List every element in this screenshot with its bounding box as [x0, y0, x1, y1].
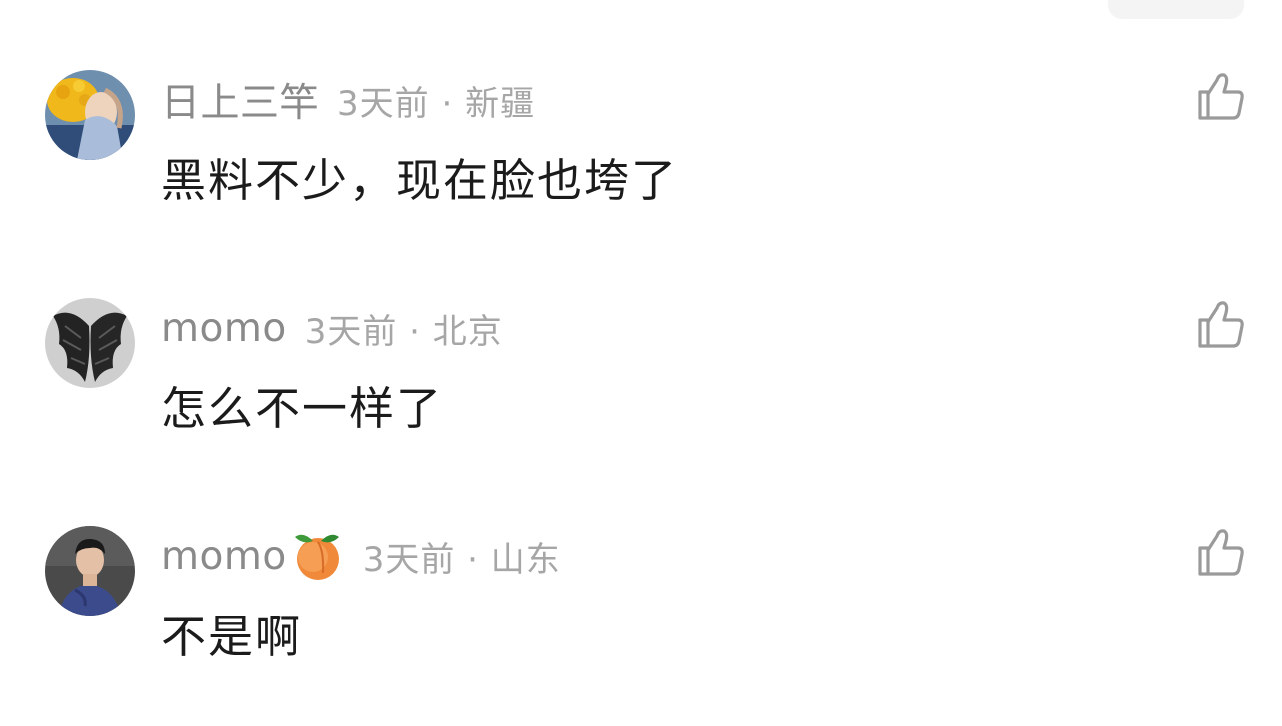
- user-avatar[interactable]: [45, 526, 135, 616]
- peach-emoji-icon: [291, 529, 345, 583]
- time-location: 3天前 · 新疆: [337, 83, 536, 124]
- avatar-dark-wings-icon: [45, 298, 135, 388]
- user-avatar[interactable]: [45, 70, 135, 160]
- thumbs-up-icon: [1198, 529, 1244, 576]
- comment-item: 日上三竿 3天前 · 新疆 黑料不少，现在脸也垮了: [0, 70, 1282, 230]
- top-action-pill[interactable]: [1108, 0, 1244, 19]
- thumbs-up-icon: [1198, 73, 1244, 120]
- comment-item: momo 3天前 · 山东 不是啊: [0, 526, 1282, 686]
- avatar-flower-portrait-icon: [45, 70, 135, 160]
- username[interactable]: momo: [161, 534, 287, 579]
- time-location: 3天前 · 北京: [304, 311, 503, 352]
- thumbs-up-icon: [1198, 301, 1244, 348]
- comment-item: momo 3天前 · 北京 怎么不一样了: [0, 298, 1282, 458]
- comment-text: 黑料不少，现在脸也垮了: [161, 154, 679, 207]
- time-location: 3天前 · 山东: [362, 539, 561, 580]
- like-button[interactable]: [1196, 298, 1246, 350]
- avatar-man-portrait-icon: [45, 526, 135, 616]
- username[interactable]: momo: [161, 306, 287, 351]
- like-button[interactable]: [1196, 70, 1246, 122]
- comment-text: 不是啊: [161, 610, 303, 663]
- user-avatar[interactable]: [45, 298, 135, 388]
- comment-text: 怎么不一样了: [161, 382, 444, 435]
- like-button[interactable]: [1196, 526, 1246, 578]
- username[interactable]: 日上三竿: [161, 72, 319, 128]
